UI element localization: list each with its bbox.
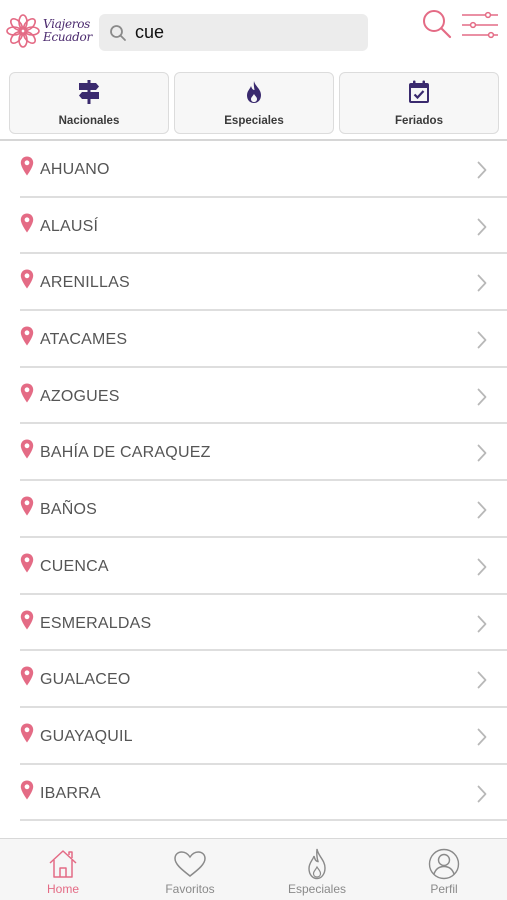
place-name: BAHÍA DE CARAQUEZ [40, 444, 211, 462]
map-pin-icon [20, 610, 34, 629]
list-item[interactable]: ESMERALDAS [20, 595, 507, 652]
place-name: ALAUSÍ [40, 217, 99, 235]
category-nacionales[interactable]: Nacionales [9, 72, 169, 134]
bottom-nav: Home Favoritos Especiales Perfil [0, 838, 507, 900]
map-pin-icon [20, 496, 34, 516]
chevron-right-icon [477, 274, 487, 292]
category-label: Especiales [224, 115, 284, 127]
map-pin-icon [20, 269, 34, 289]
place-name: IBARRA [40, 784, 101, 802]
chevron-right-icon [477, 161, 487, 179]
chevron-right-icon [477, 218, 487, 236]
nav-label: Favoritos [165, 882, 215, 896]
search-bar[interactable] [99, 14, 368, 51]
home-icon [49, 850, 77, 878]
nav-favoritos[interactable]: Favoritos [127, 839, 253, 900]
map-pin-icon [20, 383, 34, 403]
chevron-right-icon [477, 728, 487, 746]
place-name: AHUANO [40, 161, 110, 178]
logo-mandala-icon [6, 14, 40, 48]
list-item[interactable]: AHUANO [20, 141, 507, 198]
search-field-icon [110, 24, 126, 41]
chevron-right-icon [477, 558, 487, 576]
user-icon [428, 848, 460, 880]
logo-text-line2: Ecuador [43, 30, 92, 44]
place-list: AHUANO ALAUSÍ ARENILLAS ATACAMES AZOGUES BAHÍ… [0, 141, 507, 838]
flame-icon [247, 81, 261, 103]
list-item[interactable]: GUALACEO [20, 651, 507, 708]
nav-label: Home [46, 882, 79, 896]
list-item[interactable]: AZOGUES [20, 368, 507, 425]
nav-home[interactable]: Home [0, 839, 126, 900]
search-icon [423, 10, 452, 39]
list-item[interactable]: ALAUSÍ [20, 198, 507, 255]
place-name: CUENCA [40, 557, 109, 575]
list-item[interactable]: IBARRA [20, 765, 507, 822]
list-item[interactable]: ATACAMES [20, 311, 507, 368]
sliders-icon [462, 11, 498, 39]
map-pin-icon [20, 780, 34, 800]
category-feriados[interactable]: Feriados [339, 72, 499, 134]
map-pin-icon [20, 156, 34, 176]
chevron-right-icon [477, 331, 487, 349]
list-item[interactable]: BAÑOS [20, 481, 507, 538]
chevron-right-icon [477, 445, 487, 462]
map-pin-icon [20, 439, 34, 459]
nav-label: Especiales [287, 882, 347, 896]
search-input[interactable] [135, 22, 345, 43]
place-name: ESMERALDAS [40, 614, 152, 632]
chevron-right-icon [477, 615, 487, 632]
chevron-right-icon [477, 501, 487, 519]
flame-icon [308, 848, 326, 880]
category-bar: Nacionales Especiales Feriados [0, 72, 507, 136]
place-name: GUAYAQUIL [40, 727, 133, 745]
list-item[interactable]: BAHÍA DE CARAQUEZ [20, 424, 507, 482]
map-pin-icon [20, 723, 34, 743]
map-pin-icon [20, 326, 34, 346]
map-pin-icon [20, 666, 34, 686]
app-header: Viajeros Ecuador [0, 0, 507, 66]
list-item[interactable]: GUAYAQUIL [20, 708, 507, 765]
place-name: AZOGUES [40, 387, 120, 405]
map-pin-icon [20, 213, 34, 233]
place-name: BAÑOS [40, 501, 98, 519]
place-name: GUALACEO [40, 671, 131, 689]
place-name: ARENILLAS [40, 274, 130, 292]
category-especiales[interactable]: Especiales [174, 72, 334, 134]
calendar-check-icon [409, 80, 429, 103]
nav-perfil[interactable]: Perfil [381, 839, 507, 900]
place-name: ATACAMES [40, 331, 128, 349]
list-item[interactable]: CUENCA [20, 538, 507, 595]
nav-label: Perfil [430, 882, 458, 896]
filter-button[interactable] [461, 10, 499, 42]
category-label: Nacionales [58, 115, 120, 127]
search-button[interactable] [420, 8, 454, 42]
list-item[interactable]: ARENILLAS [20, 254, 507, 312]
chevron-right-icon [477, 388, 487, 406]
signpost-icon [79, 80, 99, 104]
nav-especiales[interactable]: Especiales [254, 839, 380, 900]
app-logo[interactable]: Viajeros Ecuador [6, 10, 94, 52]
heart-icon [174, 851, 206, 877]
chevron-right-icon [477, 671, 487, 689]
logo-wordmark: Viajeros Ecuador [43, 18, 92, 44]
category-label: Feriados [395, 115, 443, 127]
map-pin-icon [20, 553, 34, 573]
chevron-right-icon [477, 785, 487, 802]
